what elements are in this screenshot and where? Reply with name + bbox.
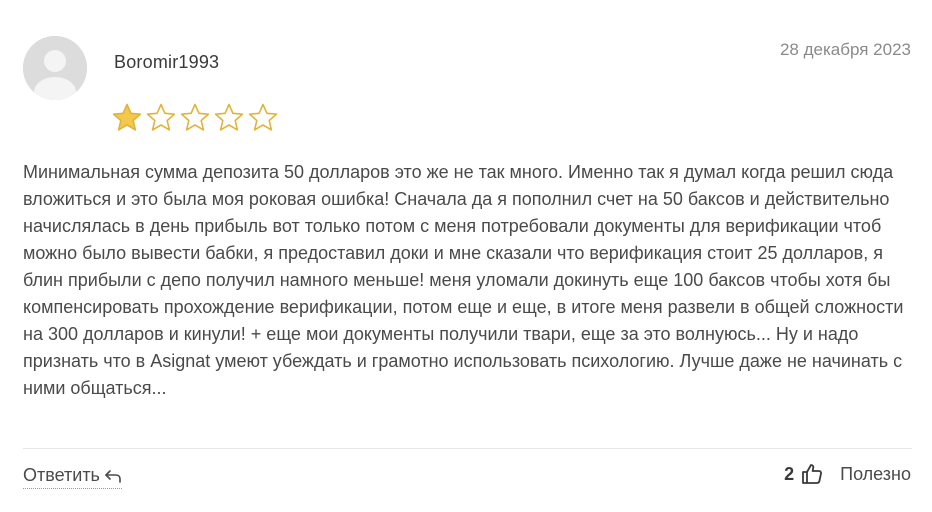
like-count: 2	[784, 463, 795, 484]
divider	[23, 448, 912, 449]
avatar	[23, 36, 87, 100]
user-placeholder-icon	[23, 36, 87, 100]
star-filled-icon	[112, 103, 142, 131]
star-empty-icon	[146, 103, 176, 131]
helpful-button[interactable]: Полезно	[840, 464, 911, 485]
reply-button[interactable]: Ответить	[23, 465, 122, 489]
review-text: Минимальная сумма депозита 50 долларов э…	[23, 162, 904, 398]
thumbs-up-icon[interactable]	[800, 462, 824, 486]
reply-arrow-icon	[105, 469, 121, 483]
review-date: 28 декабря 2023	[779, 40, 911, 59]
review-card: Boromir1993 28 декабря 2023 Минимальная …	[0, 0, 932, 512]
star-empty-icon	[214, 103, 244, 131]
star-empty-icon	[248, 103, 278, 131]
review-author[interactable]: Boromir1993	[114, 52, 219, 73]
reply-label: Ответить	[23, 465, 100, 485]
star-rating	[111, 102, 279, 134]
helpful-votes: 2 Полезно	[784, 462, 911, 486]
star-empty-icon	[180, 103, 210, 131]
